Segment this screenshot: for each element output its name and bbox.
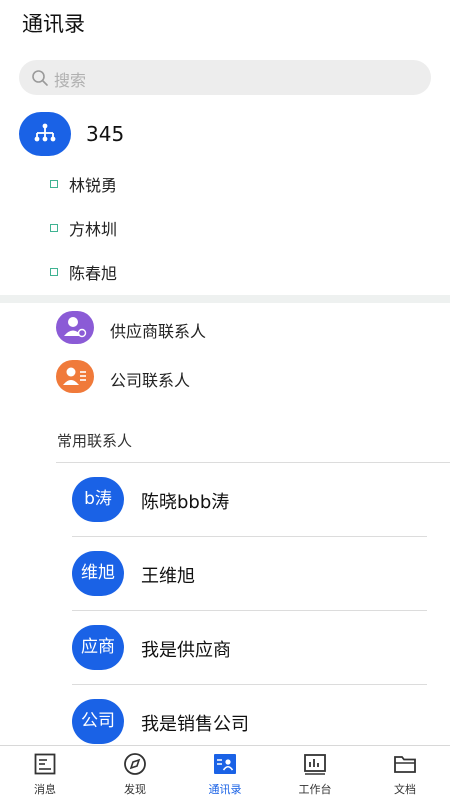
supplier-contacts-entry[interactable]: 供应商联系人 — [0, 311, 450, 351]
org-tree-icon — [34, 123, 56, 142]
company-contacts-icon — [56, 360, 94, 393]
member-dot — [50, 268, 58, 276]
search-icon — [32, 70, 48, 86]
header: 通讯录 — [0, 0, 450, 50]
tab-workbench[interactable]: 工作台 — [270, 746, 360, 800]
org-avatar — [19, 112, 71, 156]
avatar: 公司 — [72, 699, 124, 744]
contact-name: 我是销售公司 — [141, 714, 249, 735]
tab-messages[interactable]: 消息 — [0, 746, 90, 800]
company-contacts-label: 公司联系人 — [110, 371, 191, 390]
tab-label: 文档 — [394, 783, 416, 796]
contact-name: 陈晓bbb涛 — [141, 492, 230, 513]
contact-name: 我是供应商 — [141, 640, 231, 661]
chart-icon — [304, 754, 326, 775]
section-divider — [0, 295, 450, 303]
member-item[interactable]: 方林圳 — [0, 214, 450, 244]
avatar: 应商 — [72, 625, 124, 670]
org-group[interactable]: 345 — [0, 112, 450, 158]
org-name: 345 — [86, 122, 125, 146]
contact-row[interactable]: 应商 我是供应商 — [0, 611, 450, 685]
search-placeholder: 搜索 — [54, 71, 87, 90]
member-name: 方林圳 — [69, 220, 118, 239]
compass-icon — [124, 753, 146, 775]
member-item[interactable]: 林锐勇 — [0, 170, 450, 200]
tab-label: 消息 — [34, 783, 56, 796]
contact-row[interactable]: b涛 陈晓bbb涛 — [0, 463, 450, 537]
tab-documents[interactable]: 文档 — [360, 746, 450, 800]
member-dot — [50, 180, 58, 188]
search-bar[interactable]: 搜索 — [19, 60, 431, 95]
member-name: 陈春旭 — [69, 264, 118, 283]
contact-name: 王维旭 — [141, 566, 195, 587]
message-icon — [34, 753, 56, 775]
company-contacts-entry[interactable]: 公司联系人 — [0, 360, 450, 400]
tab-discover[interactable]: 发现 — [90, 746, 180, 800]
page-title: 通讯录 — [22, 12, 85, 36]
folder-icon — [394, 756, 416, 773]
tab-label: 工作台 — [298, 783, 332, 796]
contact-row[interactable]: 维旭 王维旭 — [0, 537, 450, 611]
contacts-icon — [214, 754, 236, 774]
tab-label: 通讯录 — [208, 783, 242, 796]
tab-contacts[interactable]: 通讯录 — [180, 746, 270, 800]
avatar: 维旭 — [72, 551, 124, 596]
tab-label: 发现 — [124, 783, 146, 796]
supplier-contacts-icon — [56, 311, 94, 344]
bottom-tab-bar: 消息 发现 通讯录 工作台 文档 — [0, 745, 450, 800]
supplier-contacts-label: 供应商联系人 — [110, 322, 207, 341]
member-dot — [50, 224, 58, 232]
frequent-contacts-title: 常用联系人 — [57, 432, 133, 450]
member-name: 林锐勇 — [69, 176, 118, 195]
member-item[interactable]: 陈春旭 — [0, 258, 450, 288]
avatar: b涛 — [72, 477, 124, 522]
